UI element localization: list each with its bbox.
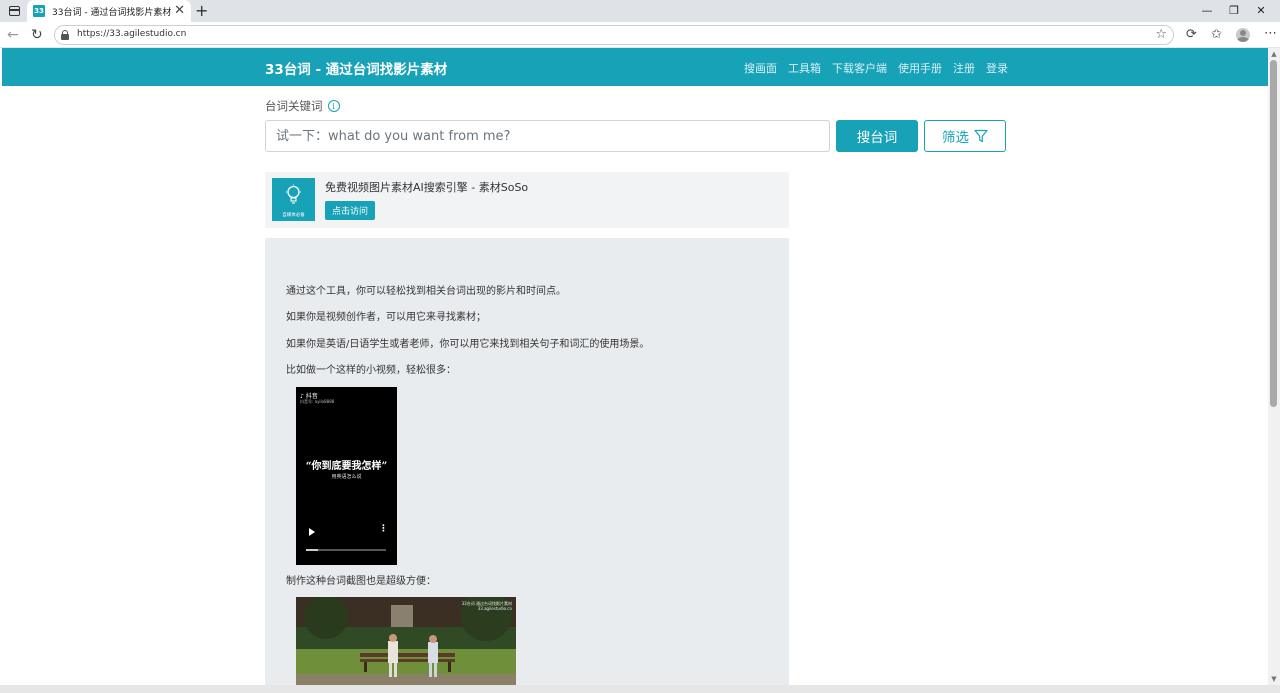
keyword-label-text: 台词关键词 (265, 99, 323, 113)
video-account-id: 抖音号: ayilo8888 (300, 399, 335, 404)
site-favicon-icon: 33 (33, 5, 45, 17)
play-icon[interactable] (309, 528, 315, 536)
intro-panel: 通过这个工具，你可以轻松找到相关台词出现的影片和时间点。 如果你是视频创作者，可… (265, 238, 789, 685)
page-viewport: 33台词 - 通过台词找影片素材 搜画面 工具箱 下载客户端 使用手册 注册 登… (2, 48, 1268, 685)
video-quote: “你到底要我怎样” (305, 461, 388, 472)
nav-link-search-frames[interactable]: 搜画面 (744, 60, 777, 76)
filter-button-label: 筛选 (942, 130, 969, 146)
nav-link-login[interactable]: 登录 (986, 60, 1008, 76)
lightbulb-icon (286, 184, 301, 204)
keyword-label: 台词关键词 i (265, 98, 340, 114)
url-field[interactable]: https://33.agilestudio.cn ☆ (54, 25, 1174, 45)
back-arrow-icon[interactable]: ← (7, 27, 19, 43)
scroll-down-icon[interactable]: ▼ (1268, 673, 1280, 685)
tab-title: 33台词 - 通过台词找影片素材 (52, 7, 172, 18)
ad-logo-text: 自媒体必备 (282, 213, 305, 218)
browser-tab-active[interactable]: 33 33台词 - 通过台词找影片素材 ✕ (27, 0, 191, 22)
window-minimize-icon[interactable]: — (1199, 2, 1215, 20)
filter-button[interactable]: 筛选 (924, 120, 1006, 152)
window-bottom-edge (0, 685, 1280, 693)
window-maximize-icon[interactable]: ❐ (1226, 2, 1242, 20)
nav-link-register[interactable]: 注册 (953, 60, 975, 76)
profile-avatar[interactable] (1236, 28, 1250, 42)
browser-tab-bar: 33 33台词 - 通过台词找影片素材 ✕ + — ❐ ✕ (0, 0, 1280, 22)
window-close-icon[interactable]: ✕ (1253, 2, 1269, 20)
page-scrollbar[interactable]: ▲ ▼ (1268, 48, 1280, 685)
browser-menu-icon[interactable]: ⋯ (1264, 26, 1277, 41)
scroll-up-icon[interactable]: ▲ (1268, 48, 1280, 60)
intro-paragraph: 通过这个工具，你可以轻松找到相关台词出现的影片和时间点。 (286, 286, 566, 297)
intro-paragraph: 比如做一个这样的小视频，轻松很多： (286, 365, 456, 376)
extensions-icon[interactable]: ⟳ (1186, 27, 1197, 43)
lock-icon[interactable] (61, 30, 69, 40)
site-brand[interactable]: 33台词 - 通过台词找影片素材 (265, 58, 447, 78)
visit-button[interactable]: 点击访问 (325, 201, 375, 220)
favorite-star-icon[interactable]: ☆ (1155, 27, 1167, 42)
new-tab-icon[interactable]: + (195, 1, 208, 21)
video-more-icon[interactable]: ⋮ (379, 525, 388, 534)
video-progress-fill (306, 549, 318, 551)
example-screenshot: 33台词 通过台词找影片素材 33.agilestudio.cn (296, 597, 516, 685)
video-progress-bar[interactable] (306, 549, 386, 551)
video-subtitle: 用英语怎么说 (331, 474, 362, 480)
tab-close-icon[interactable]: ✕ (174, 3, 185, 19)
reload-icon[interactable]: ↻ (31, 27, 43, 43)
info-icon[interactable]: i (327, 100, 340, 112)
site-navbar: 33台词 - 通过台词找影片素材 搜画面 工具箱 下载客户端 使用手册 注册 登… (2, 48, 1268, 86)
search-lines-button[interactable]: 搜台词 (836, 120, 918, 152)
ad-logo[interactable]: 自媒体必备 (272, 178, 315, 221)
example-video[interactable]: ♪ 抖音 抖音号: ayilo8888 “你到底要我怎样” 用英语怎么说 ⋮ (296, 387, 397, 565)
intro-paragraph: 如果你是视频创作者，可以用它来寻找素材； (286, 312, 486, 323)
park-scene-image: 33台词 通过台词找影片素材 33.agilestudio.cn (296, 597, 516, 685)
search-input[interactable] (265, 120, 830, 152)
intro-paragraph: 如果你是英语/日语学生或者老师，你可以用它来找到相关句子和词汇的使用场景。 (286, 339, 650, 350)
nav-link-download-client[interactable]: 下载客户端 (832, 60, 887, 76)
funnel-icon (974, 129, 988, 143)
favorites-icon[interactable]: ✩ (1211, 27, 1222, 43)
intro-paragraph: 制作这种台词截图也是超级方便： (286, 576, 436, 587)
nav-link-manual[interactable]: 使用手册 (898, 60, 942, 76)
nav-link-toolbox[interactable]: 工具箱 (788, 60, 821, 76)
ad-card: 自媒体必备 免费视频图片素材AI搜索引擎 - 素材SoSo 点击访问 (265, 172, 789, 228)
tab-actions-icon[interactable] (6, 3, 22, 19)
browser-address-bar: ← ↻ https://33.agilestudio.cn ☆ ⟳ ✩ ⋯ (0, 22, 1280, 48)
scrollbar-thumb[interactable] (1270, 60, 1277, 407)
still-watermark-line2: 33.agilestudio.cn (478, 606, 513, 611)
nav-links: 搜画面 工具箱 下载客户端 使用手册 注册 登录 (744, 60, 1019, 76)
ad-title[interactable]: 免费视频图片素材AI搜索引擎 - 素材SoSo (325, 179, 528, 195)
url-text: https://33.agilestudio.cn (77, 29, 187, 39)
